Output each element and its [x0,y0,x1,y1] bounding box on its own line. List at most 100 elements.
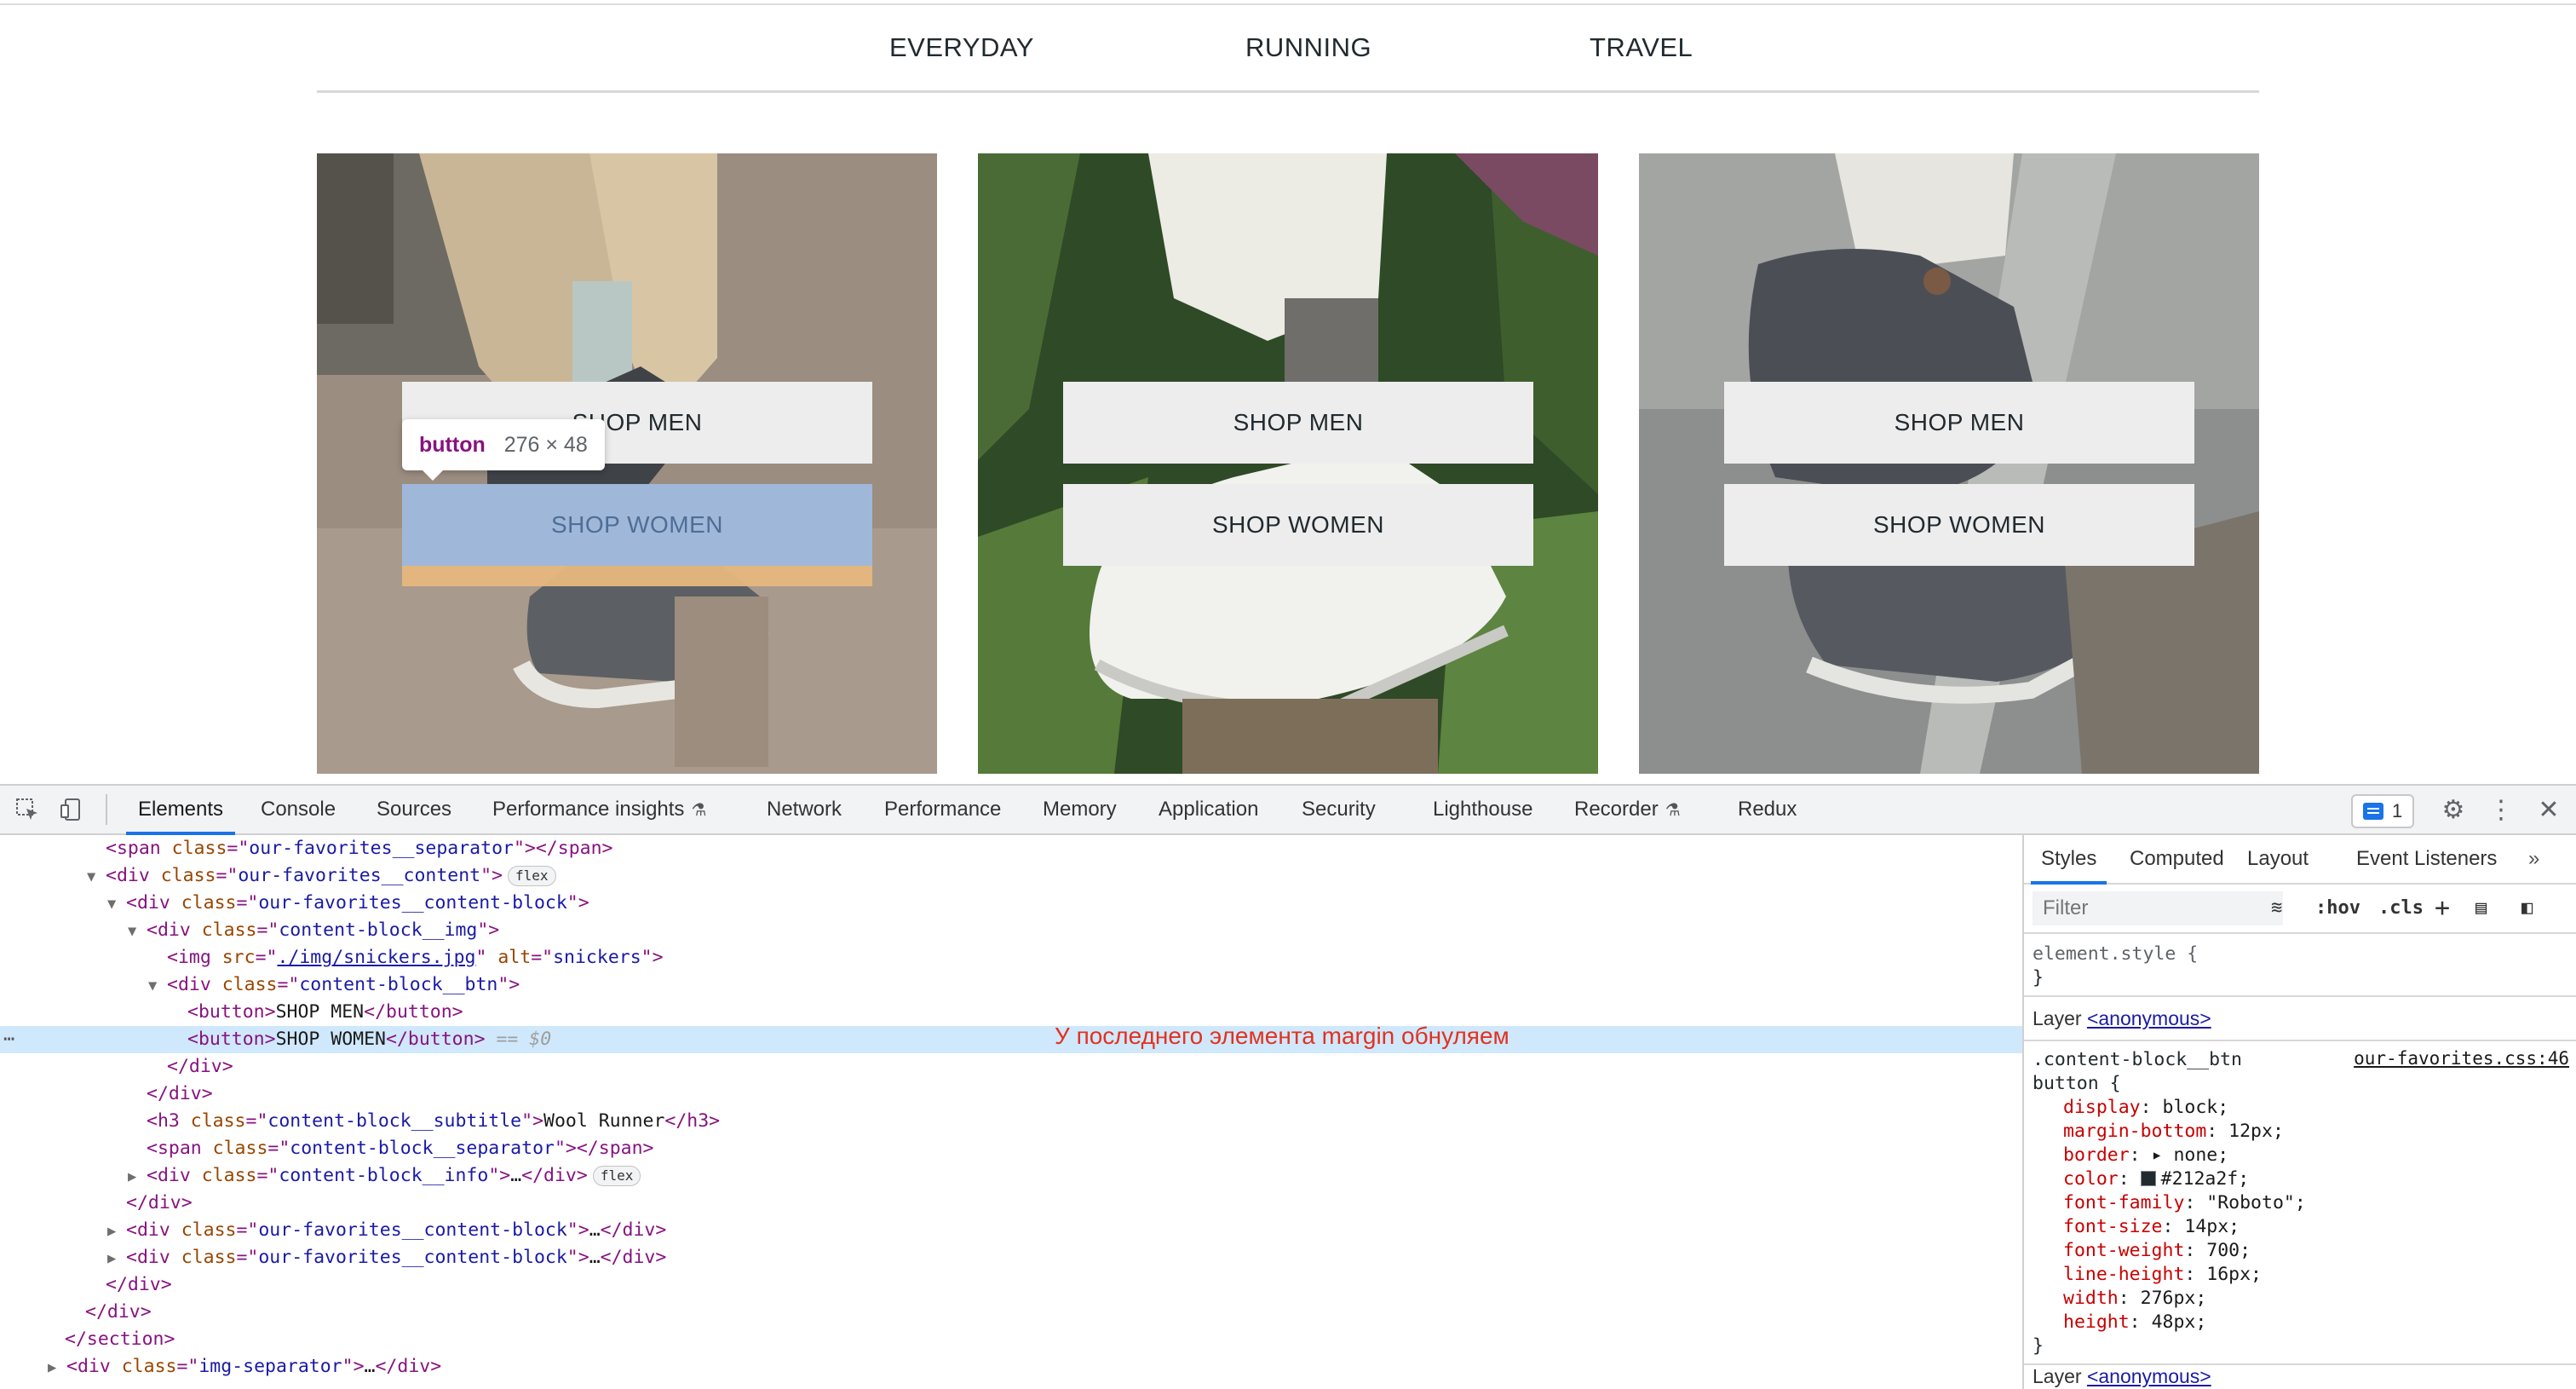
expand-triangle-icon[interactable]: ▶ [128,1163,147,1190]
expand-triangle-icon[interactable]: ▶ [48,1354,66,1381]
tab-running[interactable]: RUNNING [1245,32,1371,63]
dom-class-value: content-block__separator [290,1138,555,1159]
layer-label: Layer [2033,1365,2082,1387]
dom-node-line[interactable]: ▼ <div class="our-favorites__content-bloc… [0,890,2022,917]
dom-node-line[interactable]: <h3 class="content-block__subtitle">Wool… [0,1108,2022,1135]
layer-anonymous-link[interactable]: <anonymous> [2087,1365,2211,1387]
dom-node-line[interactable]: <img src="./img/snickers.jpg" alt="snick… [0,944,2022,971]
flex-badge[interactable]: flex [592,1166,641,1186]
dom-node-line[interactable]: ▶ <div class="content-block__info">…</div… [0,1162,2022,1190]
dom-node-line[interactable]: <span class="content-block__separator"><… [0,1135,2022,1162]
rule-selector[interactable]: button { [2033,1072,2121,1096]
inspect-element-icon[interactable] [12,794,43,825]
shop-men-button[interactable]: SHOP MEN [1724,382,2194,464]
styles-tabs: Styles Computed Layout Event Listeners » [2024,835,2576,885]
tab-styles[interactable]: Styles [2030,835,2107,885]
shop-women-button[interactable]: SHOP WOMEN [1063,484,1533,566]
css-declaration[interactable]: color: #212a2f; [2063,1167,2249,1191]
expand-triangle-icon[interactable]: ▶ [107,1245,126,1272]
more-options-icon[interactable]: ⋮ [2486,794,2516,825]
cls-button[interactable]: .cls [2378,891,2424,925]
sidebar-toggle-icon[interactable]: ◧ [2521,891,2533,925]
layer-label: Layer [2033,1007,2082,1029]
css-declaration[interactable]: line-height: 16px; [2063,1263,2262,1287]
dom-node-line[interactable]: ▶ <div class="our-favorites__content-bloc… [0,1217,2022,1244]
issues-count: 1 [2392,800,2403,821]
shop-women-button[interactable]: SHOP WOMEN [402,484,872,566]
tab-travel[interactable]: TRAVEL [1590,32,1693,63]
expand-triangle-icon[interactable]: ▶ [107,1218,126,1245]
dom-node-line[interactable]: ▶ <div class="img-separator">…</div> [0,1353,2022,1380]
tab-console[interactable]: Console [261,786,336,833]
dom-node-line[interactable]: ▼ <div class="content-block__btn"> [0,971,2022,999]
expand-triangle-icon[interactable]: ▼ [148,972,167,1000]
tab-memory[interactable]: Memory [1043,786,1117,833]
css-declaration[interactable]: border: ▸ none; [2063,1144,2228,1167]
tab-sources[interactable]: Sources [377,786,451,833]
tab-layout[interactable]: Layout [2247,835,2309,883]
dom-class-value: our-favorites__content-block [258,892,567,914]
tab-recorder[interactable]: Recorder ⚗ [1574,786,1681,833]
close-devtools-icon[interactable]: ✕ [2533,794,2564,825]
tab-redux[interactable]: Redux [1738,786,1797,833]
tab-performance[interactable]: Performance [884,786,1001,833]
dom-class-value: our-favorites__content [238,865,481,886]
dom-node-line[interactable]: </div> [0,1299,2022,1326]
devtools-panel: Elements Console Sources Performance ins… [0,784,2576,1389]
tab-security[interactable]: Security [1302,786,1376,833]
img-src-link[interactable]: ./img/snickers.jpg [277,947,475,968]
dom-node-line[interactable]: ▶ <div class="our-favorites__content-bloc… [0,1244,2022,1271]
shop-men-button[interactable]: SHOP MEN [1063,382,1533,464]
rule-source-link[interactable]: our-favorites.css:46 [2354,1048,2569,1069]
device-toolbar-icon[interactable] [56,794,87,825]
dom-node-line[interactable]: </div> [0,1081,2022,1108]
expand-triangle-icon[interactable]: ▼ [128,918,147,945]
more-dots-icon[interactable]: ⋯ [3,1026,14,1053]
paint-icon[interactable]: ▤ [2475,891,2487,925]
css-declaration[interactable]: margin-bottom: 12px; [2063,1120,2284,1144]
css-declaration[interactable]: width: 276px; [2063,1287,2206,1311]
settings-gear-icon[interactable]: ⚙ [2438,794,2469,825]
shoe-photo-grey-wool-stairs [1639,153,2259,774]
tab-everyday[interactable]: EVERYDAY [889,32,1034,63]
tooltip-tag: button [419,432,486,457]
tab-event-listeners[interactable]: Event Listeners [2356,835,2497,883]
more-tabs-icon[interactable]: » [2528,835,2539,883]
rule-separator [2024,995,2576,997]
hov-button[interactable]: :hov [2315,891,2360,925]
dom-node-line[interactable]: <button>SHOP MEN</button> [0,999,2022,1026]
css-declaration[interactable]: font-size: 14px; [2063,1215,2240,1239]
new-rule-icon[interactable]: + [2435,891,2450,925]
dom-class-value: img-separator [198,1356,342,1377]
flex-badge[interactable]: flex [508,866,556,886]
styles-sidebar: Styles Computed Layout Event Listeners »… [2022,835,2576,1389]
dom-node-line[interactable]: </div> [0,1271,2022,1299]
tab-elements[interactable]: Elements [125,786,236,835]
rule-selector[interactable]: .content-block__btn [2033,1048,2242,1072]
css-declaration[interactable]: display: block; [2063,1096,2228,1120]
toggle-common-icon[interactable]: ≋ [2271,891,2282,925]
tab-network[interactable]: Network [767,786,842,833]
css-declaration[interactable]: font-family: "Roboto"; [2063,1191,2306,1215]
layer-anonymous-link[interactable]: <anonymous> [2087,1007,2211,1029]
css-declaration[interactable]: height: 48px; [2063,1311,2206,1334]
expand-triangle-icon[interactable]: ▼ [107,890,126,918]
tab-lighthouse[interactable]: Lighthouse [1433,786,1532,833]
color-swatch[interactable] [2140,1171,2156,1186]
css-declaration[interactable]: font-weight: 700; [2063,1239,2251,1263]
tab-computed[interactable]: Computed [2130,835,2224,883]
dom-node-line[interactable]: </div> [0,1190,2022,1217]
expand-triangle-icon[interactable]: ▼ [87,863,106,890]
dom-node-line[interactable]: ▼ <div class="content-block__img"> [0,917,2022,944]
dom-node-line[interactable]: ▼ <div class="our-favorites__content"> fle… [0,862,2022,890]
tab-performance-insights[interactable]: Performance insights ⚗ [492,786,706,833]
element-style-selector[interactable]: element.style { [2033,942,2198,966]
issues-button[interactable]: 1 [2351,794,2415,828]
dom-node-line[interactable]: </section> [0,1326,2022,1353]
dom-node-line[interactable]: <span class="our-favorites__separator"><… [0,835,2022,862]
tab-application[interactable]: Application [1159,786,1258,833]
shop-women-button[interactable]: SHOP WOMEN [1724,484,2194,566]
styles-filter-input[interactable] [2033,891,2283,925]
dom-node-line[interactable]: </div> [0,1053,2022,1081]
dom-node-line-selected[interactable]: ⋯ <button>SHOP WOMEN</button> == $0 [0,1026,2022,1053]
